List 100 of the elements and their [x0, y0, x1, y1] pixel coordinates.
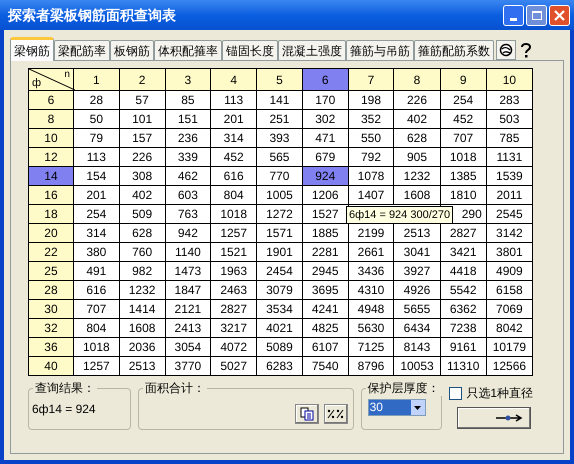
table-cell: 503 — [486, 110, 532, 128]
cover-select[interactable]: 30 — [368, 399, 426, 416]
table-cell: 1272 — [256, 204, 302, 224]
tab[interactable]: 箍筋配筋系数 — [414, 40, 494, 60]
table-cell: 1232 — [394, 166, 440, 186]
checkbox[interactable] — [449, 386, 462, 400]
row-header[interactable]: 36 — [28, 338, 74, 356]
dropdown-caret-icon — [410, 400, 425, 415]
close-button[interactable] — [549, 4, 570, 26]
table-cell: 7238 — [440, 318, 486, 338]
row-header[interactable]: 28 — [28, 280, 74, 300]
column-header[interactable]: 7 — [348, 68, 394, 90]
table-cell: 628 — [394, 128, 440, 148]
tab[interactable]: 体积配箍率 — [154, 40, 222, 60]
table-cell: 57 — [119, 90, 165, 110]
table-cell: 2121 — [165, 300, 211, 318]
table-cell: 198 — [348, 90, 394, 110]
column-header[interactable]: 8 — [394, 68, 440, 90]
table-cell: 4909 — [486, 262, 532, 280]
row-header[interactable]: 14 — [28, 166, 74, 186]
table-cell: 603 — [165, 186, 211, 204]
column-header[interactable]: 9 — [440, 68, 486, 90]
table-cell: 402 — [394, 110, 440, 128]
table-cell: 201 — [73, 186, 120, 204]
table-cell: 628 — [119, 224, 165, 242]
go-button[interactable] — [457, 407, 532, 429]
tab[interactable]: 梁钢筋 — [10, 37, 54, 61]
table-cell: 1140 — [165, 242, 211, 262]
minimize-button[interactable] — [503, 4, 524, 26]
table-cell: 1885 — [302, 224, 348, 242]
table-cell: 4072 — [210, 338, 257, 356]
table-cell: 905 — [394, 148, 440, 166]
tab[interactable]: 板钢筋 — [110, 40, 154, 60]
table-cell: 770 — [256, 166, 302, 186]
column-header[interactable]: 2 — [119, 68, 165, 90]
table-cell: 550 — [348, 128, 394, 148]
table-cell: 1257 — [73, 356, 120, 376]
group-label: 保护层厚度： — [366, 380, 442, 396]
maximize-button[interactable] — [526, 4, 547, 26]
column-header[interactable]: 6 — [302, 68, 348, 90]
table-cell: 2011 — [486, 186, 532, 204]
table-cell: 3436 — [348, 262, 394, 280]
table-cell: 154 — [73, 166, 120, 186]
column-header[interactable]: 1 — [73, 68, 120, 90]
copy-button[interactable] — [294, 404, 319, 424]
table-cell: 4021 — [256, 318, 302, 338]
row-header[interactable]: 8 — [28, 110, 74, 128]
column-header[interactable]: 3 — [165, 68, 211, 90]
row-header[interactable]: 18 — [28, 204, 74, 224]
table-cell: 3142 — [486, 224, 532, 242]
table-cell: 616 — [73, 280, 120, 300]
row-header[interactable]: 6 — [28, 90, 74, 110]
table-cell: 804 — [73, 318, 120, 338]
tab[interactable]: 混凝土强度 — [278, 40, 346, 60]
column-header[interactable]: 4 — [210, 68, 257, 90]
table-cell: 982 — [119, 262, 165, 280]
column-header[interactable]: 5 — [256, 68, 302, 90]
table-cell: 170 — [302, 90, 348, 110]
table-cell: 3770 — [165, 356, 211, 376]
table-cell: 6434 — [394, 318, 440, 338]
table-cell: 509 — [119, 204, 165, 224]
table-cell: 28 — [73, 90, 120, 110]
table-cell: 1608 — [394, 186, 440, 204]
tab[interactable]: 锚固长度 — [222, 40, 278, 60]
percent-button[interactable] — [324, 404, 348, 424]
row-header[interactable]: 40 — [28, 356, 74, 376]
tab[interactable]: 箍筋与吊筋 — [346, 40, 414, 60]
table-cell: 2945 — [302, 262, 348, 280]
column-header[interactable]: 10 — [486, 68, 532, 90]
table-cell: 763 — [165, 204, 211, 224]
table-cell: 6107 — [302, 338, 348, 356]
table-cell: 3927 — [394, 262, 440, 280]
help-icon — [520, 42, 532, 58]
arrow-icon — [494, 413, 524, 423]
tab[interactable]: 梁配筋率 — [54, 40, 110, 60]
row-header[interactable]: 30 — [28, 300, 74, 318]
row-header[interactable]: 16 — [28, 186, 74, 204]
result-value: 6ф14 = 924 — [32, 402, 96, 416]
globe-button[interactable] — [496, 40, 516, 60]
table-cell: 308 — [119, 166, 165, 186]
table-cell: 4310 — [348, 280, 394, 300]
table-cell: 1257 — [210, 224, 257, 242]
row-header[interactable]: 10 — [28, 128, 74, 148]
table-cell: 2454 — [256, 262, 302, 280]
table-cell: 5027 — [210, 356, 257, 376]
table-cell: 452 — [210, 148, 257, 166]
table-cell: 452 — [440, 110, 486, 128]
row-header[interactable]: 12 — [28, 148, 74, 166]
table-cell: 3079 — [256, 280, 302, 300]
table-cell: 6158 — [486, 280, 532, 300]
table-cell: 462 — [165, 166, 211, 186]
row-header[interactable]: 20 — [28, 224, 74, 242]
table-cell: 6283 — [256, 356, 302, 376]
table-cell: 1018 — [210, 204, 257, 224]
row-header[interactable]: 22 — [28, 242, 74, 262]
cover-value: 30 — [368, 400, 411, 415]
row-header[interactable]: 32 — [28, 318, 74, 338]
table-cell: 3695 — [302, 280, 348, 300]
row-header[interactable]: 25 — [28, 262, 74, 280]
table-cell: 10053 — [394, 356, 440, 376]
